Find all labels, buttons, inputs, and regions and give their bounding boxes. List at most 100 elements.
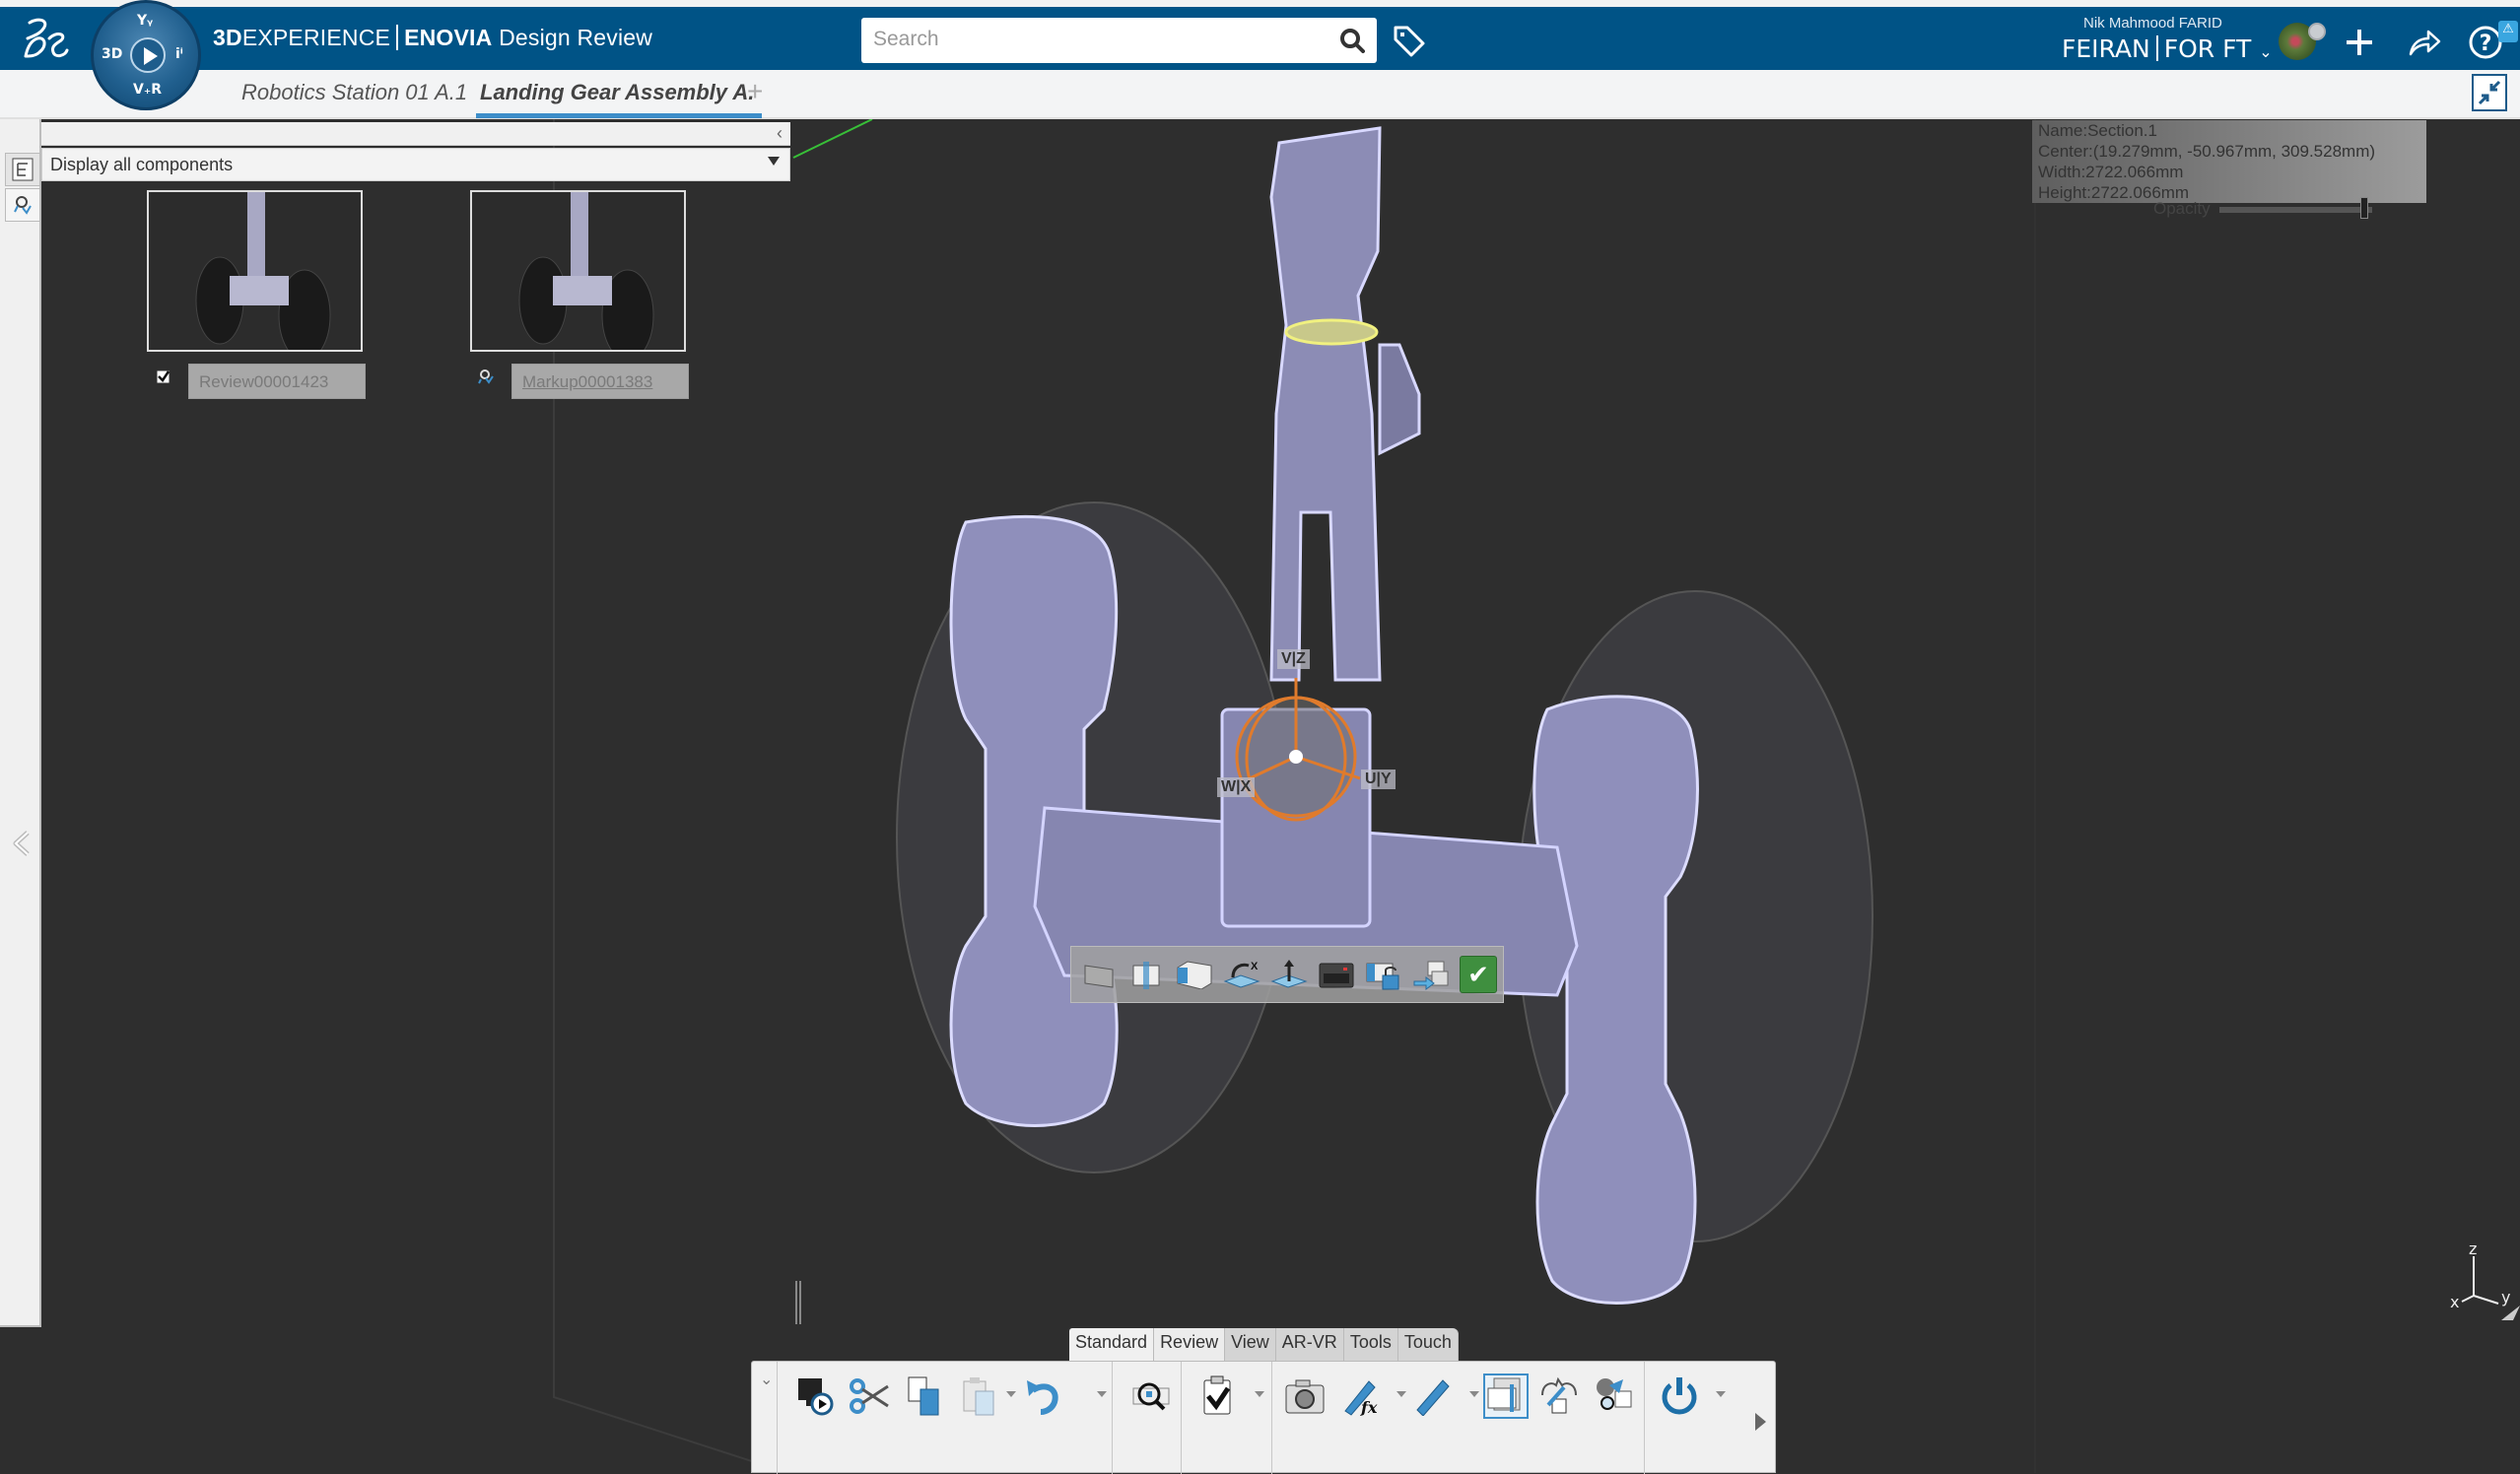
tab-touch[interactable]: Touch (1397, 1328, 1459, 1362)
normal-constraint-icon (1270, 960, 1308, 988)
ds-logo-icon[interactable] (18, 17, 71, 60)
section-context-toolbar: X ✔ (1070, 946, 1504, 1003)
tab-standard[interactable]: Standard (1069, 1328, 1155, 1362)
dropdown-arrow-icon (768, 157, 780, 166)
reverse-direction-button[interactable]: X (1223, 956, 1260, 993)
add-icon (2347, 30, 2372, 55)
top-bar: 3DEXPERIENCEENOVIA Design Review Nik Mah… (0, 7, 2520, 70)
result-window-button[interactable] (1318, 956, 1355, 993)
export-section-icon (1413, 961, 1449, 990)
tab-ar-vr[interactable]: AR-VR (1275, 1328, 1344, 1362)
display-filter-dropdown[interactable]: Display all components (41, 148, 790, 181)
section-center: Center:(19.279mm, -50.967mm, 309.528mm) (2038, 142, 2376, 161)
section-plane-icon (1084, 965, 1114, 988)
review-search-button[interactable] (5, 188, 40, 222)
lock-section-button[interactable] (1365, 956, 1402, 993)
validate-button[interactable]: ✔ (1460, 956, 1497, 993)
exit-icon (1662, 1377, 1697, 1415)
exit-button[interactable] (1657, 1374, 1702, 1419)
search-input[interactable] (861, 18, 1315, 61)
tenant-selector[interactable]: FEIRAN FOR FT ⌄ (2062, 34, 2273, 63)
section-volume-button[interactable] (1176, 956, 1213, 993)
compass-widget[interactable]: Yᵧ 3D iⁱ V₊R (91, 0, 201, 110)
section-slice-icon (1132, 962, 1160, 989)
gizmo-axis-u-label[interactable]: U|Y (1361, 770, 1396, 789)
magnifier-icon (14, 196, 32, 215)
svg-text:X: X (1251, 961, 1259, 972)
strut-section (1269, 126, 1421, 682)
section-plane-button[interactable] (1081, 956, 1119, 993)
window-top-strip (0, 0, 2520, 7)
section-info-panel: Name:Section.1 Center:(19.279mm, -50.967… (2032, 120, 2426, 203)
tab-landing-gear-assembly[interactable]: Landing Gear Assembly A. (475, 80, 763, 118)
section-name: Name:Section.1 (2038, 121, 2157, 140)
tools-group (1272, 1362, 1645, 1474)
section-volume-icon (1177, 961, 1212, 989)
expand-panel-icon[interactable] (8, 829, 35, 858)
compass-vr-label[interactable]: V₊R (133, 82, 162, 98)
app-name: ENOVIA (404, 25, 493, 50)
action-bar-drag-handle[interactable] (795, 1281, 801, 1324)
alert-badge[interactable]: ⚠ (2498, 21, 2518, 42)
tree-view-button[interactable] (5, 153, 40, 186)
review-name[interactable]: Review00001423 (188, 364, 366, 399)
search-icon[interactable] (1339, 28, 1365, 53)
more-actions-icon[interactable] (1755, 1413, 1766, 1431)
compass-3d-label[interactable]: 3D (102, 46, 122, 62)
user-name: Nik Mahmood FARID (2083, 15, 2222, 32)
display-filter-value: Display all components (50, 155, 234, 174)
validate-icon: ✔ (1467, 959, 1489, 989)
tab-bar: Robotics Station 01 A.1 Landing Gear Ass… (0, 70, 2520, 119)
model-canvas[interactable] (0, 119, 2520, 1473)
exit-dropdown-icon[interactable] (1716, 1391, 1726, 1397)
tag-icon[interactable] (1392, 24, 1427, 59)
section-slice-button[interactable] (1128, 956, 1166, 993)
title-separator (396, 25, 399, 50)
action-bar-gutter (752, 1362, 778, 1474)
tenant-name: FEIRAN (2062, 34, 2150, 63)
compass-handle-icon[interactable] (2501, 1306, 2520, 1320)
normal-constraint-button[interactable] (1270, 956, 1308, 993)
review-group (1182, 1362, 1272, 1474)
opacity-slider-thumb[interactable] (2360, 197, 2369, 219)
add-button[interactable] (2340, 23, 2379, 62)
opacity-slider[interactable] (2219, 207, 2372, 213)
export-section-button[interactable] (1412, 956, 1450, 993)
tree-icon (12, 158, 34, 181)
reverse-direction-icon: X (1223, 961, 1260, 988)
brand-prefix: 3D (213, 25, 242, 50)
gizmo-axis-w-label[interactable]: W|X (1217, 777, 1256, 797)
restore-view-button[interactable] (2472, 74, 2507, 111)
compass-info-label[interactable]: iⁱ (175, 46, 183, 62)
3d-viewport[interactable]: V|Z U|Y W|X z y x (0, 119, 2520, 1473)
gizmo-axis-v-label[interactable]: V|Z (1277, 649, 1310, 669)
panel-header: ‹ (41, 122, 790, 146)
axis-x-label: x (2450, 1293, 2459, 1311)
section-width: Width:2722.066mm (2038, 163, 2184, 181)
opacity-label: Opacity (2153, 199, 2211, 218)
tenant-collab-space: FOR FT (2163, 34, 2252, 63)
app-title: 3DEXPERIENCE ENOVIA Design Review (213, 25, 652, 51)
tab-tools[interactable]: Tools (1343, 1328, 1398, 1362)
play-icon[interactable] (130, 37, 166, 73)
tab-view[interactable]: View (1225, 1328, 1276, 1362)
markup-name[interactable]: Markup00001383 (511, 364, 689, 399)
tenant-separator (2155, 35, 2158, 61)
share-button[interactable] (2405, 23, 2444, 62)
add-tab-button[interactable]: + (747, 76, 763, 107)
markup-thumbnail[interactable] (470, 190, 686, 352)
tab-review[interactable]: Review (1154, 1328, 1226, 1362)
review-thumbnail[interactable] (147, 190, 363, 352)
svg-text:?: ? (2480, 32, 2492, 56)
action-bar: ⌄ fx (751, 1361, 1776, 1474)
axis-y-label: y (2501, 1288, 2510, 1306)
landing-gear-thumbnail-image (518, 192, 654, 350)
axis-triad[interactable]: z y x (2444, 1237, 2520, 1320)
lock-section-icon (1366, 963, 1399, 990)
compass-social-label[interactable]: Yᵧ (137, 13, 153, 29)
tab-robotics-station[interactable]: Robotics Station 01 A.1 (241, 80, 467, 105)
collapse-panel-icon[interactable]: ‹ (777, 123, 783, 144)
search-box[interactable] (861, 18, 1377, 63)
left-rail (0, 119, 41, 1327)
edit-group (778, 1362, 1113, 1474)
